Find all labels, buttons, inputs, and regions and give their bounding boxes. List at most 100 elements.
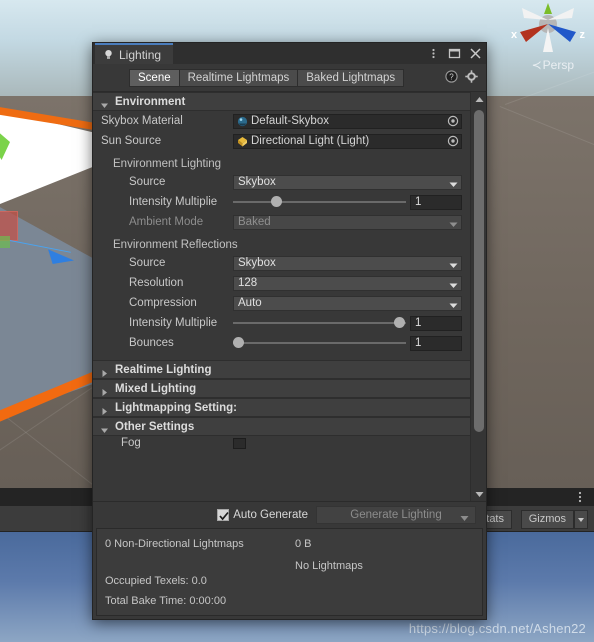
reflections-resolution-label: Resolution [129,277,184,289]
chevron-down-icon [449,300,458,308]
close-icon[interactable] [469,47,482,60]
lighting-window-titlebar: Lighting [93,43,486,64]
slider-thumb[interactable] [233,337,244,348]
object-picker-icon[interactable] [447,135,459,147]
lighting-settings-scrollview: Environment Skybox Material Default-Skyb… [93,91,486,501]
light-gizmo-icon [237,136,248,147]
window-controls [427,43,482,64]
foldout-lightmapping-settings-label: Lightmapping Setting: [115,401,238,414]
tab-realtime-lightmaps[interactable]: Realtime Lightmaps [178,68,298,87]
triangle-right-icon [100,365,109,377]
scroll-up-icon[interactable] [471,92,486,106]
reflections-bounces-value[interactable]: 1 [410,335,462,351]
triangle-down-icon [100,97,109,108]
blog-watermark: https://blog.csdn.net/Ashen22 [408,621,586,636]
ambient-mode-label: Ambient Mode [129,216,204,228]
auto-generate-checkbox[interactable] [217,509,230,521]
lighting-stats-panel: 0 Non-Directional Lightmaps 0 B No Light… [96,528,483,616]
kebab-menu-icon[interactable] [427,47,440,60]
slider-track [233,342,406,344]
tab-scene[interactable]: Scene [129,68,179,87]
slider-track [233,322,406,324]
persp-text: Persp [542,58,574,72]
gear-icon[interactable] [465,70,478,83]
skybox-material-field[interactable]: Default-Skybox [233,113,462,129]
object-picker-icon[interactable] [447,115,459,127]
reflections-compression-value: Auto [238,297,262,309]
row-sun-source: Sun Source Directional Light (Light) [93,131,470,151]
scene-green-gizmo-box [0,236,10,248]
reflections-intensity-slider[interactable] [233,316,406,330]
row-reflections-intensity: Intensity Multiplie 1 [93,313,470,333]
reflections-bounces-slider[interactable] [233,336,406,350]
maximize-icon[interactable] [448,47,461,60]
stat-size: 0 B [295,538,312,550]
slider-thumb[interactable] [271,196,283,207]
scrollbar-thumb[interactable] [474,110,484,432]
scene-orientation-gizmo[interactable]: x z [510,2,586,64]
reflections-compression-dropdown[interactable]: Auto [233,295,462,311]
settings-scrollbar[interactable] [470,92,486,501]
env-lighting-intensity-label: Intensity Multiplie [129,196,218,208]
chevron-down-icon [449,280,458,288]
auto-generate-toggle[interactable]: Auto Generate [217,509,308,521]
reflections-intensity-value[interactable]: 1 [410,315,462,331]
reflections-resolution-dropdown[interactable]: 128 [233,275,462,291]
triangle-right-icon [100,384,109,396]
gizmos-dropdown-caret[interactable] [574,510,588,529]
gizmo-x-label: x [511,29,518,41]
group-environment-lighting-label: Environment Lighting [113,158,222,170]
grid-line [499,106,594,164]
stat-occupied-texels: Occupied Texels: 0.0 [105,575,207,587]
row-skybox-material: Skybox Material Default-Skybox [93,111,470,131]
foldout-realtime-lighting[interactable]: Realtime Lighting [93,360,470,379]
env-lighting-intensity-value[interactable]: 1 [410,194,462,210]
tab-lighting[interactable]: Lighting [95,43,174,64]
env-reflections-source-value: Skybox [238,257,276,269]
reflections-resolution-value: 128 [238,277,258,289]
panel-options-kebab-icon[interactable] [574,489,586,505]
screenshot-root: x z ≺Persp b Stats Gizmos https://blog.c… [0,0,594,642]
fog-checkbox[interactable] [233,437,246,449]
skybox-material-label: Skybox Material [101,115,183,127]
slider-thumb[interactable] [393,317,405,328]
stat-total-bake-time: Total Bake Time: 0:00:00 [105,595,227,607]
foldout-environment-label: Environment [115,95,186,108]
foldout-lightmapping-settings[interactable]: Lightmapping Setting: [93,398,470,417]
scroll-down-icon[interactable] [471,487,486,501]
fog-label: Fog [121,437,141,449]
env-lighting-source-dropdown[interactable]: Skybox [233,174,462,190]
foldout-other-settings[interactable]: Other Settings [93,417,470,436]
row-reflections-resolution: Resolution 128 [93,273,470,293]
lighting-settings-content: Environment Skybox Material Default-Skyb… [93,92,470,501]
env-reflections-source-dropdown[interactable]: Skybox [233,255,462,271]
row-env-lighting-source: Source Skybox [93,172,470,192]
row-env-reflections-source: Source Skybox [93,253,470,273]
row-ambient-mode: Ambient Mode Baked [93,212,470,232]
env-lighting-source-label: Source [129,176,166,188]
gizmos-dropdown-button[interactable]: Gizmos [520,510,574,529]
chevron-left-icon: ≺ [531,58,542,72]
scene-projection-mode[interactable]: ≺ Persp [532,58,574,72]
foldout-mixed-lighting[interactable]: Mixed Lighting [93,379,470,398]
help-icon[interactable]: ? [445,70,458,83]
lighting-header-icons: ? [445,70,478,83]
gizmo-z-label: z [579,29,586,41]
chevron-down-icon [449,260,458,268]
env-lighting-intensity-slider[interactable] [233,195,406,209]
env-reflections-source-label: Source [129,257,166,269]
group-environment-reflections-label: Environment Reflections [113,239,238,251]
tab-baked-lightmaps[interactable]: Baked Lightmaps [297,68,405,87]
reflections-intensity-label: Intensity Multiplie [129,317,218,329]
svg-text:?: ? [449,73,454,82]
sun-source-value: Directional Light (Light) [251,135,370,147]
generate-lighting-button: Generate Lighting [316,506,476,524]
slider-track [233,201,406,203]
chevron-down-icon [449,179,458,187]
sun-source-label: Sun Source [101,135,162,147]
skybox-material-value: Default-Skybox [251,115,329,127]
foldout-environment[interactable]: Environment [93,92,470,111]
sun-source-field[interactable]: Directional Light (Light) [233,133,462,149]
foldout-mixed-lighting-label: Mixed Lighting [115,382,197,395]
